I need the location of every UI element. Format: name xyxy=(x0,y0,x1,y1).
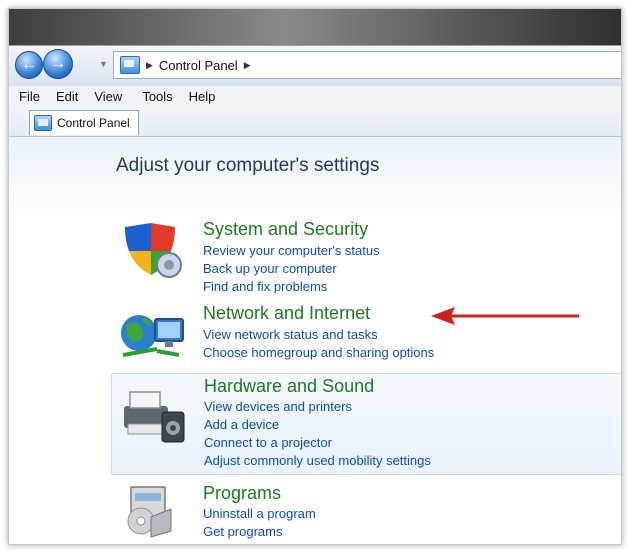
link-find-and-fix-problems[interactable]: Find and fix problems xyxy=(203,279,327,294)
link-back-up-computer[interactable]: Back up your computer xyxy=(203,261,337,276)
category-programs: Programs Uninstall a program Get program… xyxy=(111,481,621,543)
menu-help[interactable]: Help xyxy=(189,89,216,104)
menu-tools[interactable]: Tools xyxy=(142,89,172,104)
address-bar[interactable]: ▶ Control Panel ▶ xyxy=(113,51,621,79)
menu-view[interactable]: View xyxy=(94,89,122,104)
category-title-programs[interactable]: Programs xyxy=(203,483,281,504)
breadcrumb-chevron-icon[interactable]: ▶ xyxy=(244,60,251,71)
menu-bar: File Edit View Tools Help xyxy=(9,86,621,106)
link-get-programs[interactable]: Get programs xyxy=(203,524,282,539)
link-choose-homegroup-sharing[interactable]: Choose homegroup and sharing options xyxy=(203,345,434,360)
link-review-computer-status[interactable]: Review your computer's status xyxy=(203,243,380,258)
back-button[interactable]: ← xyxy=(15,51,43,79)
breadcrumb-separator-icon[interactable]: ▶ xyxy=(146,60,153,71)
link-connect-projector[interactable]: Connect to a projector xyxy=(204,435,332,450)
forward-button[interactable]: → xyxy=(43,49,73,79)
forward-arrow-icon: → xyxy=(50,55,66,72)
recent-pages-dropdown[interactable]: ▼ xyxy=(99,59,109,69)
shield-icon xyxy=(125,223,182,278)
printer-icon xyxy=(124,391,185,443)
category-system-and-security: System and Security Review your computer… xyxy=(111,213,621,294)
category-title-system-and-security[interactable]: System and Security xyxy=(203,219,368,240)
link-adjust-mobility-settings[interactable]: Adjust commonly used mobility settings xyxy=(204,453,431,468)
link-view-devices-printers[interactable]: View devices and printers xyxy=(204,399,352,414)
annotation-arrow-icon xyxy=(431,307,579,325)
category-title-network-and-internet[interactable]: Network and Internet xyxy=(203,303,370,324)
category-title-hardware-and-sound[interactable]: Hardware and Sound xyxy=(204,376,374,397)
programs-icon xyxy=(127,486,172,538)
link-uninstall-program[interactable]: Uninstall a program xyxy=(203,506,316,521)
back-arrow-icon: ← xyxy=(21,56,37,73)
control-panel-icon xyxy=(120,56,140,74)
control-panel-window: ← → ▼ ▶ Control Panel ▶ File Edit View T… xyxy=(8,8,622,545)
page-title: Adjust your computer's settings xyxy=(116,155,380,176)
tab-label: Control Panel xyxy=(57,116,130,130)
link-add-a-device[interactable]: Add a device xyxy=(204,417,279,432)
control-panel-tab-icon xyxy=(34,115,52,131)
menu-edit[interactable]: Edit xyxy=(56,89,78,104)
breadcrumb-control-panel[interactable]: Control Panel xyxy=(159,58,238,73)
menu-file[interactable]: File xyxy=(19,89,40,104)
link-view-network-status[interactable]: View network status and tasks xyxy=(203,327,378,342)
tab-control-panel[interactable]: Control Panel xyxy=(29,110,139,135)
main-content: Adjust your computer's settings System a… xyxy=(9,137,621,544)
category-hardware-and-sound: Hardware and Sound View devices and prin… xyxy=(111,373,621,475)
network-icon xyxy=(121,315,184,357)
tab-strip: Control Panel xyxy=(9,106,621,137)
